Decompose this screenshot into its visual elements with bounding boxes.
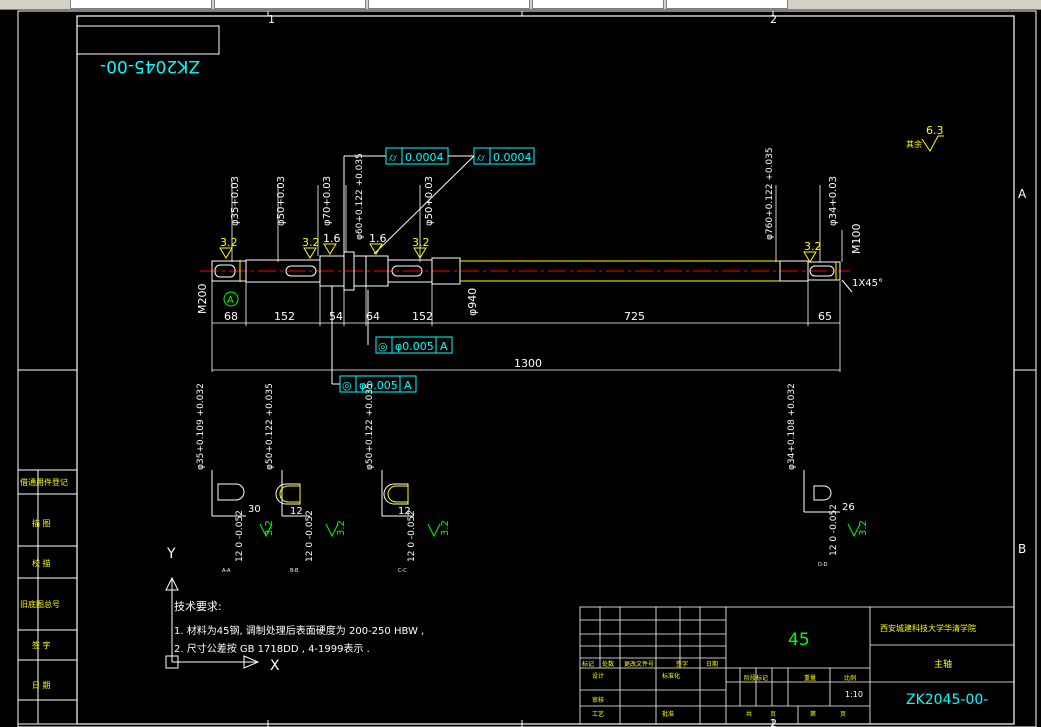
tolerance-datum-4: A xyxy=(404,379,412,392)
diameter-mid: φ940 xyxy=(466,288,479,316)
zone-label-top1: 1 xyxy=(268,13,275,26)
title-header-5: 日期 xyxy=(706,660,718,668)
tolerance-value-3: φ0.005 xyxy=(395,340,434,353)
dia-top-6: φ760+0.122 +0.035 xyxy=(765,147,775,240)
length-6: 725 xyxy=(624,310,645,323)
left-panel-1: 借通用件登记 xyxy=(20,477,68,487)
title-drawing-no: ZK2045-00- xyxy=(906,692,988,708)
dia-top-5: φ50+0.03 xyxy=(424,176,435,226)
title-scale: 1:10 xyxy=(845,690,863,699)
length-2: 152 xyxy=(274,310,295,323)
roughness-1: 3.2 xyxy=(220,236,238,249)
section-4-label: D-D xyxy=(818,562,828,568)
section-2-ra: 3.2 xyxy=(336,520,347,536)
dia-top-4: φ60+0.122 +0.035 xyxy=(355,153,365,240)
section-1-ra: 3.2 xyxy=(264,520,275,536)
tolerance-value-2: 0.0004 xyxy=(493,151,532,164)
tech-line-2: 2. 尺寸公差按 GB 1718DD , 4-1999表示 . xyxy=(174,642,370,655)
thread-right: M100 xyxy=(850,224,863,255)
left-panel-3: 校 描 xyxy=(32,558,51,568)
title-school: 西安城建科技大学华清学院 xyxy=(880,623,976,633)
section-3-ra: 3.2 xyxy=(440,520,451,536)
title-header-1: 标记 xyxy=(582,660,594,668)
section-1-width: 30 xyxy=(248,504,261,515)
section-views xyxy=(211,470,840,517)
tech-title: 技术要求: xyxy=(174,600,222,613)
left-panel-5: 签 字 xyxy=(32,640,51,650)
title-sheet-4: 页 xyxy=(840,711,846,718)
section-4-dia: φ34+0.108 +0.032 xyxy=(787,383,797,470)
title-material: 45 xyxy=(788,630,810,650)
zone-label-bottom2: 2 xyxy=(770,717,777,727)
section-3-depth: 12 0 -0.052 xyxy=(407,510,417,562)
tolerance-symbol-2: ⌭ xyxy=(477,151,485,164)
section-2-depth: 12 0 -0.052 xyxy=(305,510,315,562)
left-panel-2: 描 图 xyxy=(32,518,51,528)
title-row-3: 审核 xyxy=(592,696,604,704)
length-1: 68 xyxy=(224,310,238,323)
length-3: 54 xyxy=(329,310,343,323)
title-stage-2: 重量 xyxy=(804,674,816,682)
zone-label-B: B xyxy=(1018,542,1026,556)
title-sheet-1: 共 xyxy=(746,710,752,718)
section-4-ra: 3.2 xyxy=(858,520,869,536)
datum-label: A xyxy=(227,295,234,306)
title-sheet-3: 第 xyxy=(810,710,816,718)
cad-drawing[interactable]: 1 2 2 A B ZK2045-00- 其余 6.3 ⌭ 0.0004 ⌭ 0… xyxy=(0,0,1041,727)
section-4-width: 26 xyxy=(842,502,855,513)
roughness-5: 3.2 xyxy=(412,236,430,249)
tolerance-symbol-3: ◎ xyxy=(378,340,388,353)
dia-top-3: φ70+0.03 xyxy=(322,176,333,226)
section-1-dia: φ35+0.109 +0.032 xyxy=(196,383,206,470)
title-stage-3: 比例 xyxy=(844,674,856,682)
length-7: 65 xyxy=(818,310,832,323)
tolerance-value-1: 0.0004 xyxy=(405,151,444,164)
title-header-3: 更改文件号 xyxy=(624,660,654,668)
dia-top-7: φ34+0.03 xyxy=(828,176,839,226)
left-panel-4: 旧底图总号 xyxy=(20,599,60,609)
drawing-number-box xyxy=(76,25,220,55)
zone-label-A: A xyxy=(1018,187,1027,201)
tolerance-symbol-4: ◎ xyxy=(342,379,352,392)
total-length: 1300 xyxy=(514,357,542,370)
title-sheet-2: 页 xyxy=(770,711,776,718)
ucs-y-label: Y xyxy=(166,546,176,562)
roughness-4: 1.6 xyxy=(369,232,387,245)
length-5: 152 xyxy=(412,310,433,323)
tolerance-datum-3: A xyxy=(440,340,448,353)
dia-top-1: φ35+0.03 xyxy=(230,176,241,226)
drawing-number-mirrored: ZK2045-00- xyxy=(100,56,200,76)
title-header-2: 处数 xyxy=(602,660,614,668)
roughness-2: 3.2 xyxy=(302,236,320,249)
section-1-label: A-A xyxy=(222,568,231,574)
title-row-2: 标准化 xyxy=(662,672,680,680)
section-2-dia: φ50+0.122 +0.035 xyxy=(265,383,275,470)
roughness-6: 3.2 xyxy=(804,240,822,253)
tolerance-symbol-1: ⌭ xyxy=(389,151,397,164)
thread-left: M200 xyxy=(196,284,209,315)
section-2-label: B-B xyxy=(290,568,299,574)
title-row-5: 批准 xyxy=(662,710,674,718)
title-header-4: 签字 xyxy=(676,660,688,668)
section-4-depth: 12 0 -0.052 xyxy=(829,504,839,556)
left-panel-6: 日 期 xyxy=(32,681,51,690)
chamfer: 1X45° xyxy=(852,278,883,289)
section-3-label: C-C xyxy=(398,568,407,574)
title-row-1: 设计 xyxy=(592,672,604,680)
dia-top-2: φ50+0.03 xyxy=(276,176,287,226)
title-row-4: 工艺 xyxy=(592,710,604,718)
left-panel xyxy=(17,369,78,725)
section-1-depth: 12 0 -0.052 xyxy=(235,510,245,562)
zone-label-top2: 2 xyxy=(770,13,777,26)
title-part-name: 主轴 xyxy=(934,658,952,670)
roughness-3: 1.6 xyxy=(323,232,341,245)
surface-finish-rest: 6.3 xyxy=(926,124,944,137)
title-stage-1: 阶段标记 xyxy=(744,674,768,682)
section-3-dia: φ50+0.122 +0.035 xyxy=(365,383,375,470)
surface-finish-rest-note: 其余 xyxy=(906,139,922,149)
ucs-x-label: X xyxy=(270,658,280,674)
section-2-width: 12 xyxy=(290,506,303,517)
tech-line-1: 1. 材料为45钢, 调制处理后表面硬度为 200-250 HBW , xyxy=(174,624,424,637)
